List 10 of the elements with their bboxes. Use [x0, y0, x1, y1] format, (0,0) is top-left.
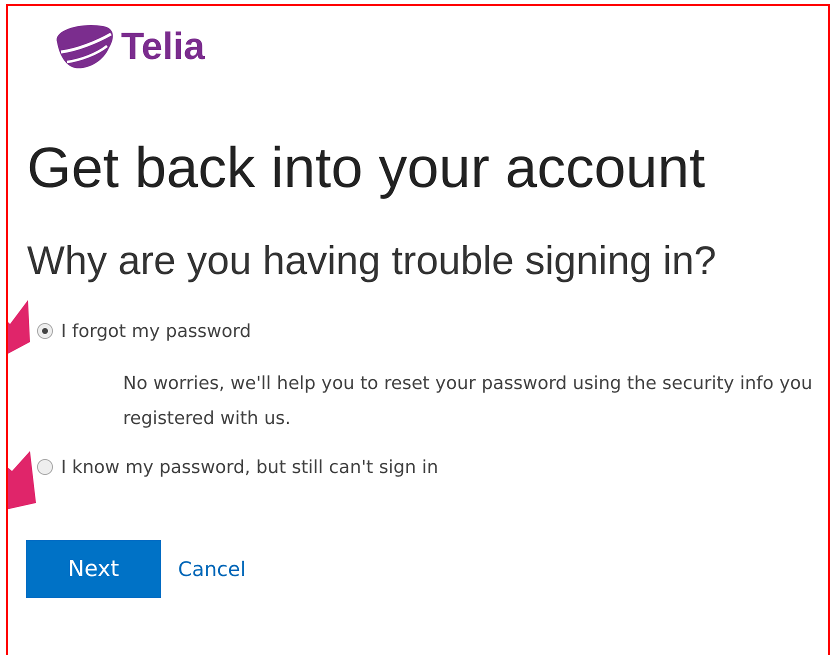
radio-button[interactable]: [37, 459, 53, 475]
radio-option[interactable]: I forgot my password: [37, 316, 828, 346]
logo-text: Telia: [121, 26, 205, 68]
page-subtitle: Why are you having trouble signing in?: [27, 238, 718, 285]
next-button[interactable]: Next: [26, 540, 161, 598]
radio-option[interactable]: I know my password, but still can't sign in: [37, 452, 828, 482]
page-title: Get back into your account: [27, 135, 706, 202]
option-description: No worries, we'll help you to reset your password using the security info you registered with us.: [123, 372, 814, 431]
radio-button[interactable]: [37, 323, 53, 339]
cancel-link[interactable]: Cancel: [178, 557, 246, 581]
